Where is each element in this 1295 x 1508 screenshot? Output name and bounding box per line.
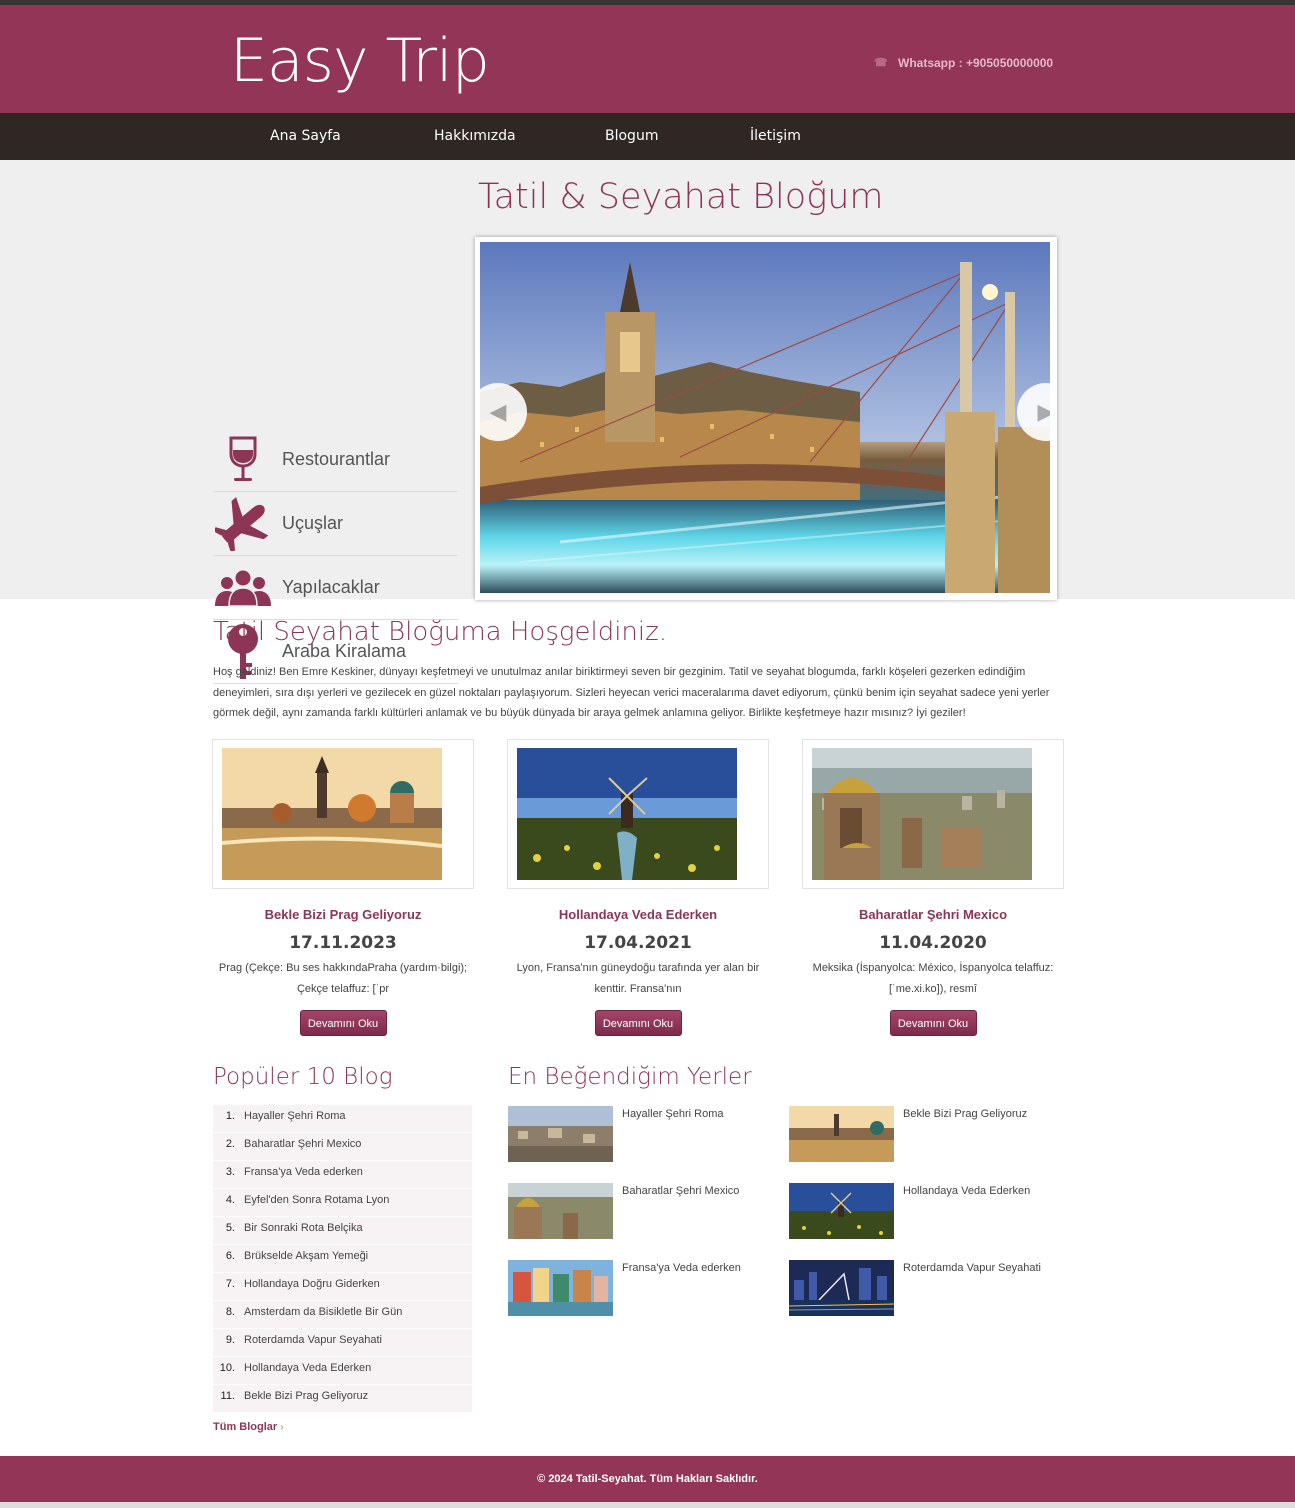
- favorite-thumbnail: [508, 1106, 613, 1162]
- chevron-right-icon: ▶: [1037, 399, 1050, 425]
- favorite-thumbnail: [508, 1260, 613, 1316]
- hero-title: Tatil & Seyahat Bloğum: [478, 177, 884, 217]
- favorite-title[interactable]: Hollandaya Veda Ederken: [903, 1185, 1030, 1197]
- favorite-thumbnail: [789, 1260, 894, 1316]
- favorite-title[interactable]: Bekle Bizi Prag Geliyoruz: [903, 1108, 1027, 1120]
- favorite-item[interactable]: Bekle Bizi Prag Geliyoruz: [789, 1106, 1049, 1162]
- favorite-title[interactable]: Hayaller Şehri Roma: [622, 1108, 723, 1120]
- phone-icon: ☎: [874, 57, 888, 69]
- popular-title: Popüler 10 Blog: [213, 1064, 393, 1090]
- main-nav: Ana Sayfa Hakkımızda Blogum İletişim: [0, 113, 1295, 160]
- site-logo[interactable]: Easy Trip: [230, 23, 490, 99]
- list-item[interactable]: 4. Eyfel'den Sonra Rotama Lyon: [213, 1189, 472, 1217]
- list-item[interactable]: 3. Fransa'ya Veda ederken: [213, 1161, 472, 1189]
- favorite-title[interactable]: Roterdamda Vapur Seyahati: [903, 1262, 1041, 1274]
- popular-list: 1. Hayaller Şehri Roma 2. Baharatlar Şehri…: [213, 1105, 472, 1413]
- airplane-icon: [213, 494, 273, 554]
- nav-item-ana-sayfa[interactable]: Ana Sayfa: [270, 113, 341, 160]
- hero-section: Tatil & Seyahat Bloğum Restourantlar Uçu…: [0, 160, 1295, 684]
- site-footer: © 2024 Tatil-Seyahat. Tüm Hakları Saklıd…: [0, 1456, 1295, 1502]
- list-item[interactable]: 6. Brükselde Akşam Yemeği: [213, 1245, 472, 1273]
- chevron-left-icon: ◀: [489, 399, 507, 425]
- list-item[interactable]: 9. Roterdamda Vapur Seyahati: [213, 1329, 472, 1357]
- favorites-title: En Beğendiğim Yerler: [508, 1064, 752, 1090]
- favorite-title[interactable]: Fransa'ya Veda ederken: [622, 1262, 741, 1274]
- list-item[interactable]: 10. Hollandaya Veda Ederken: [213, 1357, 472, 1385]
- favorite-item[interactable]: Fransa'ya Veda ederken: [508, 1260, 768, 1316]
- list-item[interactable]: 11. Bekle Bizi Prag Geliyoruz: [213, 1385, 472, 1413]
- favorite-item[interactable]: Hollandaya Veda Ederken: [789, 1183, 1049, 1239]
- list-item[interactable]: 2. Baharatlar Şehri Mexico: [213, 1133, 472, 1161]
- wine-glass-icon: [213, 430, 273, 490]
- lower-section: Popüler 10 Blog 1. Hayaller Şehri Roma 2.…: [0, 599, 1295, 1459]
- favorite-thumbnail: [789, 1183, 894, 1239]
- favorite-thumbnail: [508, 1183, 613, 1239]
- list-item[interactable]: 8. Amsterdam da Bisikletle Bir Gün: [213, 1301, 472, 1329]
- category-label: Uçuşlar: [282, 513, 344, 533]
- favorite-item[interactable]: Baharatlar Şehri Mexico: [508, 1183, 768, 1239]
- list-item[interactable]: 5. Bir Sonraki Rota Belçika: [213, 1217, 472, 1245]
- whatsapp-number: Whatsapp : +905050000000: [898, 56, 1054, 70]
- site-header: Easy Trip ☎ Whatsapp : +905050000000: [0, 5, 1295, 113]
- category-ucuslar[interactable]: Uçuşlar: [213, 492, 458, 556]
- favorite-item[interactable]: Roterdamda Vapur Seyahati: [789, 1260, 1049, 1316]
- all-blogs-link[interactable]: Tüm Bloglar ›: [213, 1421, 284, 1433]
- category-label: Restourantlar: [282, 449, 391, 469]
- image-slider: ◀ ▶: [475, 237, 1057, 600]
- list-item[interactable]: 7. Hollandaya Doğru Giderken: [213, 1273, 472, 1301]
- nav-item-blogum[interactable]: Blogum: [605, 113, 658, 160]
- favorite-thumbnail: [789, 1106, 894, 1162]
- nav-item-iletisim[interactable]: İletişim: [750, 113, 801, 160]
- category-restourantlar[interactable]: Restourantlar: [213, 428, 458, 492]
- slide-image-lyon-bridge: ◀ ▶: [480, 242, 1050, 593]
- nav-item-hakkimizda[interactable]: Hakkımızda: [434, 113, 516, 160]
- whatsapp-contact: ☎ Whatsapp : +905050000000: [874, 56, 1053, 70]
- favorite-title[interactable]: Baharatlar Şehri Mexico: [622, 1185, 739, 1197]
- list-item[interactable]: 1. Hayaller Şehri Roma: [213, 1105, 472, 1133]
- category-label: Yapılacaklar: [282, 577, 380, 597]
- bottom-border: [0, 1502, 1295, 1508]
- favorite-item[interactable]: Hayaller Şehri Roma: [508, 1106, 768, 1162]
- chevron-right-icon: ›: [280, 1422, 284, 1433]
